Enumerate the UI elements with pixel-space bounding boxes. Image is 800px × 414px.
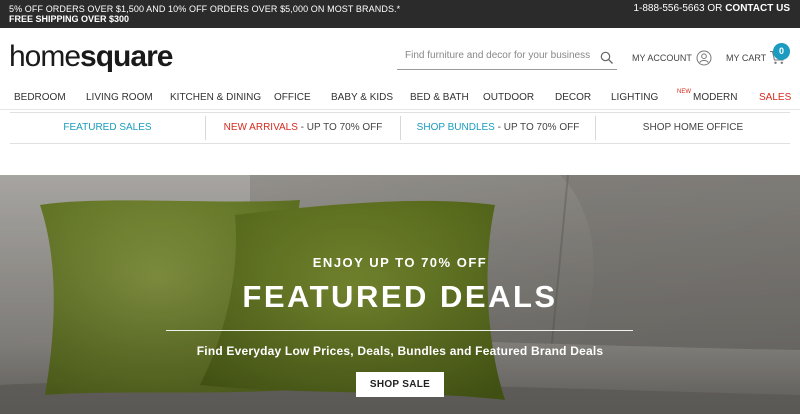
nav-item-modern-label: MODERN — [693, 92, 738, 103]
nav-item-bed-bath[interactable]: BED & BATH — [410, 92, 469, 103]
new-arrivals-suffix: - UP TO 70% OFF — [297, 122, 383, 133]
promo-links-row: FEATURED SALES NEW ARRIVALS - UP TO 70% … — [10, 112, 790, 144]
promo-shipping-text: FREE SHIPPING OVER $300 — [9, 14, 130, 24]
hero-title: FEATURED DEALS — [242, 279, 558, 314]
logo-text-home: home — [9, 40, 81, 73]
new-arrivals-label: NEW ARRIVALS — [223, 122, 298, 133]
hero-subtitle: ENJOY UP TO 70% OFF — [312, 255, 488, 270]
hero-banner[interactable]: ENJOY UP TO 70% OFF FEATURED DEALS Find … — [0, 175, 800, 414]
promo-bar: 5% OFF ORDERS OVER $1,500 AND 10% OFF OR… — [0, 0, 800, 28]
featured-sales-label: FEATURED SALES — [63, 122, 152, 133]
homesquare-logo[interactable]: homesquare — [9, 40, 173, 74]
nav-item-kitchen-dining[interactable]: KITCHEN & DINING — [170, 92, 261, 103]
hero-description: Find Everyday Low Prices, Deals, Bundles… — [196, 344, 604, 358]
shop-home-office-link[interactable]: SHOP HOME OFFICE — [596, 113, 790, 143]
hero-divider — [166, 330, 633, 331]
shop-bundles-label: SHOP BUNDLES — [416, 122, 495, 133]
category-nav: BEDROOM LIVING ROOM KITCHEN & DINING OFF… — [0, 88, 800, 110]
phone-number[interactable]: 1-888-556-5663 — [633, 3, 704, 14]
shop-bundles-suffix: - UP TO 70% OFF — [494, 122, 580, 133]
cart-count-badge: 0 — [773, 43, 790, 60]
shop-home-office-label: SHOP HOME OFFICE — [642, 122, 744, 133]
my-cart-label: MY CART — [726, 52, 767, 63]
logo-text-square: square — [80, 40, 173, 73]
featured-sales-link[interactable]: FEATURED SALES — [10, 113, 205, 143]
nav-item-bedroom[interactable]: BEDROOM — [14, 92, 66, 103]
nav-item-sales[interactable]: SALES — [759, 92, 791, 103]
nav-item-office[interactable]: OFFICE — [274, 92, 311, 103]
my-account-link[interactable]: MY ACCOUNT — [632, 50, 712, 66]
nav-item-baby-kids[interactable]: BABY & KIDS — [331, 92, 393, 103]
nav-item-living-room[interactable]: LIVING ROOM — [86, 92, 153, 103]
nav-item-decor[interactable]: DECOR — [555, 92, 591, 103]
my-account-label: MY ACCOUNT — [632, 53, 692, 63]
nav-item-lighting[interactable]: LIGHTING — [611, 92, 658, 103]
contact-us-link[interactable]: CONTACT US — [725, 3, 790, 14]
search-input[interactable] — [405, 50, 595, 61]
search-bar — [397, 46, 617, 70]
new-arrivals-link[interactable]: NEW ARRIVALS - UP TO 70% OFF — [206, 113, 400, 143]
nav-item-outdoor[interactable]: OUTDOOR — [483, 92, 534, 103]
shop-sale-button[interactable]: SHOP SALE — [356, 372, 444, 397]
search-icon[interactable] — [600, 51, 614, 65]
new-badge: NEW — [677, 89, 691, 95]
nav-item-modern[interactable]: NEW MODERN — [677, 89, 738, 103]
or-text: OR — [707, 3, 723, 14]
shop-bundles-link[interactable]: SHOP BUNDLES - UP TO 70% OFF — [401, 113, 595, 143]
user-icon — [696, 50, 712, 66]
promo-discount-text: 5% OFF ORDERS OVER $1,500 AND 10% OFF OR… — [9, 4, 401, 14]
